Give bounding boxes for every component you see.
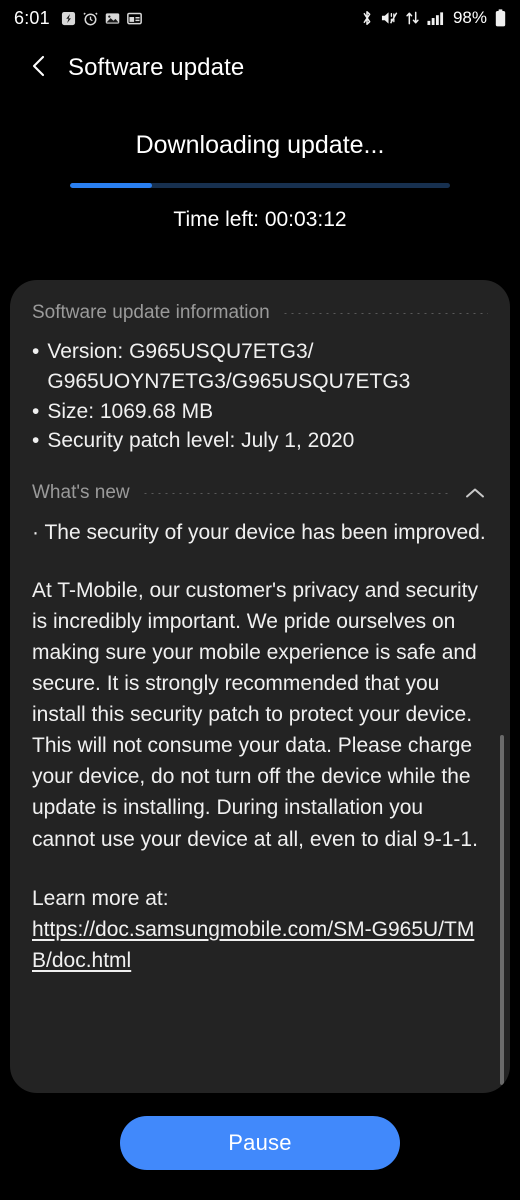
list-item: • Size: 1069.68 MB — [32, 397, 488, 427]
software-update-screen: 6:01 98% Software update Downloading upd… — [0, 0, 520, 1200]
whats-new-header[interactable]: What's new — [32, 478, 488, 508]
list-item: • Version: G965USQU7ETG3/ G965UOYN7ETG3/… — [32, 337, 488, 397]
battery-percentage-label: 98% — [452, 8, 487, 27]
back-button[interactable] — [22, 51, 56, 85]
whats-new-paragraph-2: This will not consume your data. Please … — [32, 734, 478, 851]
software-update-information-label: Software update information — [32, 302, 270, 323]
learn-more-label: Learn more at: — [32, 886, 169, 910]
download-notification-icon — [61, 11, 76, 26]
time-left-label: Time left: 00:03:12 — [173, 208, 347, 231]
security-patch-value: Security patch level: July 1, 2020 — [47, 429, 355, 453]
chevron-left-icon — [29, 54, 49, 83]
calendar-icon — [126, 11, 142, 26]
sound-mute-icon — [381, 10, 398, 26]
dotted-divider — [281, 312, 488, 314]
alarm-clock-icon — [83, 11, 98, 26]
chevron-up-icon[interactable] — [462, 480, 488, 506]
whats-new-label: What's new — [32, 482, 130, 504]
update-details-list: • Version: G965USQU7ETG3/ G965UOYN7ETG3/… — [32, 337, 488, 456]
version-value: Version: G965USQU7ETG3/ G965UOYN7ETG3/G9… — [47, 340, 411, 393]
title-bar: Software update — [0, 44, 520, 92]
size-value: Size: 1069.68 MB — [47, 399, 214, 423]
data-transfer-icon — [405, 10, 420, 26]
software-update-information-header: Software update information — [32, 298, 488, 328]
photo-gallery-icon — [105, 11, 120, 26]
download-progress-bar — [70, 183, 450, 188]
page-title: Software update — [68, 54, 245, 81]
card-content: Software update information • Version: G… — [10, 280, 510, 1093]
list-item: • Security patch level: July 1, 2020 — [32, 426, 488, 456]
bullet-marker: • — [32, 399, 40, 423]
whats-new-first-line: · The security of your device has been i… — [32, 521, 486, 545]
bluetooth-icon — [360, 10, 374, 26]
learn-more-link[interactable]: https://doc.samsungmobile.com/SM-G965U/T… — [32, 914, 488, 976]
status-bar-right: 98% — [360, 8, 506, 28]
battery-icon — [495, 9, 506, 27]
status-bar-left: 6:01 — [14, 8, 142, 29]
pause-button[interactable]: Pause — [120, 1116, 400, 1170]
update-information-card: Software update information • Version: G… — [10, 280, 510, 1093]
scrollbar-thumb[interactable] — [500, 735, 504, 1085]
status-bar: 6:01 98% — [0, 0, 520, 36]
download-status-heading: Downloading update... — [135, 131, 385, 159]
bullet-marker: • — [32, 429, 40, 453]
bullet-marker: • — [32, 340, 40, 363]
whats-new-paragraph-1: At T-Mobile, our customer's privacy and … — [32, 578, 478, 727]
status-bar-clock: 6:01 — [14, 7, 50, 28]
download-progress-fill — [70, 183, 152, 188]
dotted-divider — [141, 492, 450, 494]
signal-bars-icon — [427, 11, 444, 26]
